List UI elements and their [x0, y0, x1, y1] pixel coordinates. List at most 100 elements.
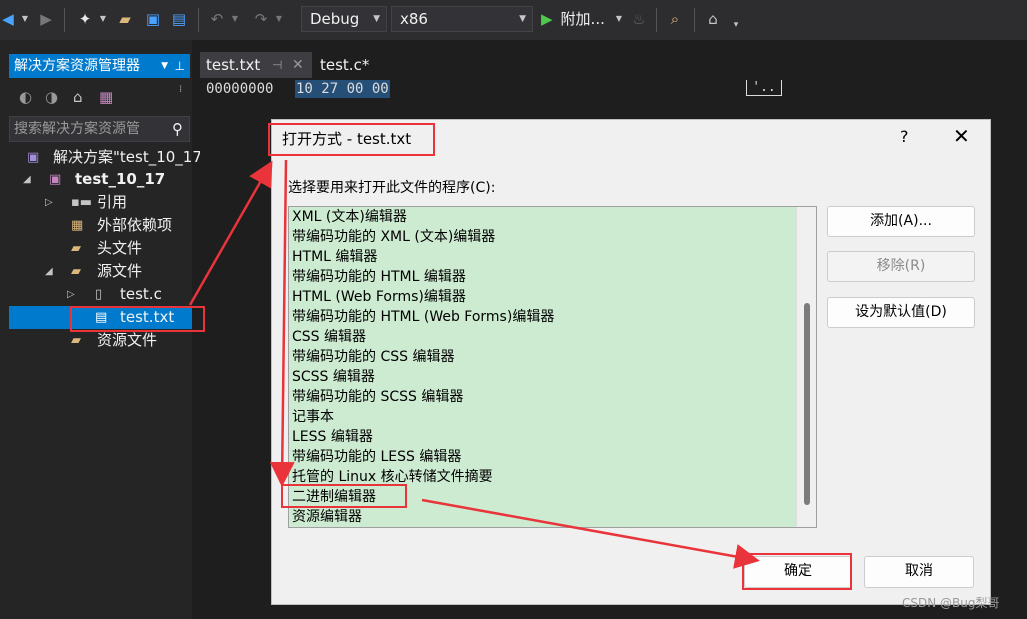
- folder-icon: ▰: [71, 333, 81, 348]
- cancel-button[interactable]: 取消: [864, 556, 974, 588]
- list-item[interactable]: HTML 编辑器: [292, 247, 377, 267]
- expand-icon[interactable]: ◢: [45, 260, 53, 283]
- list-item[interactable]: 带编码功能的 LESS 编辑器: [292, 447, 461, 467]
- back-icon[interactable]: ◀: [0, 8, 16, 30]
- list-scrollbar[interactable]: [796, 207, 816, 527]
- watermark: CSDN @Bug梨哥: [902, 596, 1000, 610]
- platform-select[interactable]: x86 ▼: [391, 6, 533, 32]
- solution-search-input[interactable]: 搜索解决方案资源管 ⚲: [9, 116, 190, 142]
- list-item[interactable]: 资源编辑器: [292, 507, 362, 527]
- forward-icon[interactable]: ▶: [38, 8, 54, 30]
- tree-item-project[interactable]: ◢ ▣ test_10_17: [9, 168, 192, 191]
- list-item[interactable]: LESS 编辑器: [292, 427, 373, 447]
- folder-icon: ▰: [71, 264, 81, 279]
- collapse-icon[interactable]: ▷: [45, 191, 53, 214]
- tree-item-label: 引用: [97, 193, 128, 211]
- list-item[interactable]: 带编码功能的 XML (文本)编辑器: [292, 227, 495, 247]
- dialog-prompt: 选择要用来打开此文件的程序(C):: [288, 180, 496, 196]
- solution-icon: ▣: [27, 150, 40, 165]
- tree-item-label: 头文件: [97, 239, 143, 257]
- back-icon[interactable]: ◐: [19, 88, 32, 106]
- tree-item-source-files[interactable]: ◢ ▰ 源文件: [9, 260, 192, 283]
- tree-item-label: 解决方案"test_10_17: [53, 148, 202, 166]
- list-item[interactable]: 带编码功能的 CSS 编辑器: [292, 347, 454, 367]
- help-button[interactable]: ?: [900, 127, 909, 146]
- tab-test-txt[interactable]: test.txt ⊣ ✕: [200, 52, 312, 78]
- list-item[interactable]: 带编码功能的 HTML (Web Forms)编辑器: [292, 307, 554, 327]
- list-item[interactable]: 记事本: [292, 407, 334, 427]
- highlight-box-test-txt: [70, 306, 205, 332]
- main-toolbar: ◀ ▼ ▶ ✦ ▼ ▰ ▣ ▤ ↶ ▼ ↷ ▼ Debug ▼ x86 ▼ ▶ 附…: [0, 0, 1027, 40]
- tree-item-solution[interactable]: ▣ 解决方案"test_10_17: [9, 146, 202, 169]
- references-icon: ▪▬: [71, 195, 93, 210]
- switch-views-icon[interactable]: ▦: [99, 88, 113, 106]
- chevron-down-icon[interactable]: ▼: [161, 54, 168, 78]
- folder-icon: ▰: [71, 241, 81, 256]
- redo-dropdown-icon[interactable]: ▼: [274, 8, 284, 30]
- tree-item-resource-files[interactable]: ▰ 资源文件: [9, 329, 192, 352]
- attach-label: 附加...: [560, 10, 605, 28]
- tree-item-header-files[interactable]: ▰ 头文件: [9, 237, 192, 260]
- program-list[interactable]: XML (文本)编辑器 带编码功能的 XML (文本)编辑器 HTML 编辑器 …: [288, 206, 817, 528]
- redo-icon[interactable]: ↷: [250, 8, 272, 30]
- toolbar-overflow-icon[interactable]: ▾: [730, 14, 742, 36]
- project-icon: ▣: [49, 172, 62, 187]
- hex-ascii[interactable]: '..: [746, 80, 782, 96]
- home-icon[interactable]: ⌂: [702, 8, 724, 30]
- play-icon: ▶: [541, 10, 553, 28]
- list-item[interactable]: CSS 编辑器: [292, 327, 366, 347]
- solution-explorer-title: 解决方案资源管理器: [14, 58, 140, 74]
- attach-button[interactable]: ▶ 附加...: [541, 8, 605, 30]
- save-all-icon[interactable]: ▤: [168, 8, 190, 30]
- pin-icon[interactable]: ⊣: [272, 52, 282, 78]
- toolbar-separator: [64, 8, 65, 32]
- hex-bytes[interactable]: 10 27 00 00: [295, 80, 390, 98]
- configuration-value: Debug: [310, 10, 360, 28]
- open-folder-icon[interactable]: ▰: [114, 8, 136, 30]
- close-button[interactable]: ✕: [953, 124, 970, 148]
- platform-value: x86: [400, 10, 428, 28]
- toolbar-separator: [656, 8, 657, 32]
- pin-icon[interactable]: ⊥: [175, 54, 185, 78]
- set-default-button[interactable]: 设为默认值(D): [827, 297, 975, 328]
- tree-item-label: 外部依赖项: [97, 216, 173, 234]
- list-item[interactable]: SCSS 编辑器: [292, 367, 375, 387]
- add-button[interactable]: 添加(A)...: [827, 206, 975, 237]
- list-item[interactable]: 带编码功能的 SCSS 编辑器: [292, 387, 463, 407]
- new-project-dropdown-icon[interactable]: ▼: [98, 8, 108, 30]
- solution-explorer-toolbar: ◐ ◑ ⌂ ▦ ⁞: [9, 84, 190, 112]
- scrollbar-thumb[interactable]: [804, 303, 810, 505]
- solution-explorer-tab[interactable]: 解决方案资源管理器 ▼ ⊥: [9, 54, 190, 78]
- highlight-box-binary-editor: [281, 484, 407, 508]
- tab-test-c[interactable]: test.c*: [314, 52, 384, 78]
- search-placeholder: 搜索解决方案资源管: [14, 121, 140, 137]
- undo-icon[interactable]: ↶: [206, 8, 228, 30]
- flame-icon[interactable]: ♨: [630, 8, 648, 30]
- find-in-files-icon[interactable]: ⌕: [664, 8, 686, 30]
- back-dropdown-icon[interactable]: ▼: [20, 8, 30, 30]
- save-icon[interactable]: ▣: [142, 8, 164, 30]
- list-item[interactable]: XML (文本)编辑器: [292, 207, 407, 227]
- tree-item-external-deps[interactable]: ▦ 外部依赖项: [9, 214, 192, 237]
- tree-item-label: test_10_17: [75, 170, 166, 188]
- expand-icon[interactable]: ◢: [23, 168, 31, 191]
- remove-button[interactable]: 移除(R): [827, 251, 975, 282]
- highlight-box-dialog-title: [268, 123, 435, 156]
- configuration-select[interactable]: Debug ▼: [301, 6, 387, 32]
- tree-item-references[interactable]: ▷ ▪▬ 引用: [9, 191, 192, 214]
- collapse-icon[interactable]: ▷: [67, 283, 75, 306]
- chevron-down-icon: ▼: [373, 14, 380, 24]
- tab-label: test.txt: [206, 56, 261, 74]
- tree-item-test-c[interactable]: ▷ ▯ test.c: [9, 283, 192, 306]
- close-icon[interactable]: ✕: [292, 52, 304, 78]
- list-item[interactable]: 带编码功能的 HTML 编辑器: [292, 267, 466, 287]
- forward-icon[interactable]: ◑: [45, 88, 58, 106]
- attach-dropdown-icon[interactable]: ▼: [614, 8, 624, 30]
- new-project-icon[interactable]: ✦: [74, 8, 96, 30]
- open-with-dialog: 打开方式 - test.txt ? ✕ 选择要用来打开此文件的程序(C): XM…: [271, 119, 991, 605]
- home-icon[interactable]: ⌂: [73, 88, 83, 106]
- more-icon[interactable]: ⁞: [179, 84, 182, 95]
- list-item[interactable]: HTML (Web Forms)编辑器: [292, 287, 466, 307]
- undo-dropdown-icon[interactable]: ▼: [230, 8, 240, 30]
- toolbar-separator: [694, 8, 695, 32]
